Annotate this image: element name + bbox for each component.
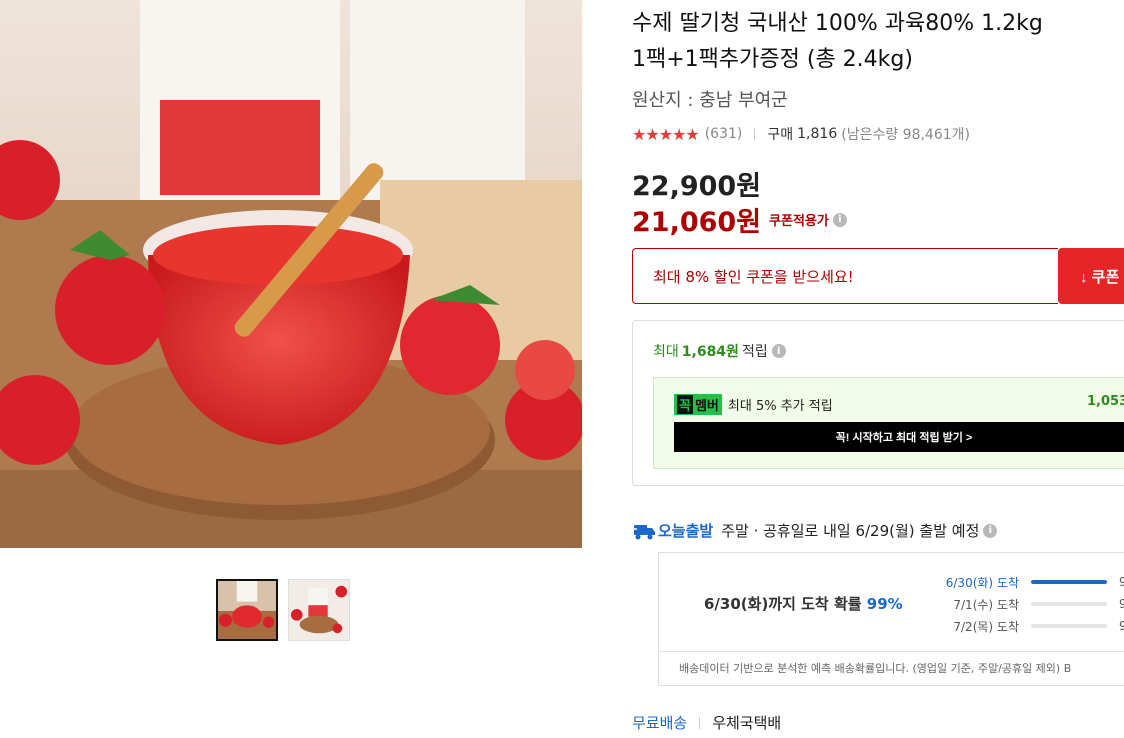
delivery-probability-item: 7/2(목) 도착 9 <box>927 615 1124 637</box>
delivery-probability-value: 9 <box>1119 597 1124 611</box>
member-badge-mark: 꼭 <box>677 395 693 414</box>
reward-amount: 1,684원 <box>681 344 739 360</box>
delivery-probability-box: 6/30(화)까지 도착 확률 99% 6/30(화) 도착 9 7/1(수) 도착… <box>658 552 1124 686</box>
delivery-probability-main: 6/30(화)까지 도착 확률 99% <box>704 593 903 614</box>
divider <box>699 716 701 729</box>
member-benefit-amount: 1,053 <box>1087 394 1124 409</box>
info-icon[interactable]: i <box>832 212 847 227</box>
courier-name: 우체국택배 <box>712 714 782 732</box>
shipping-row: 오늘출발 주말 · 공휴일로 내일 6/29(월) 출발 예정 i <box>632 520 998 541</box>
delivery-probability-fill <box>1031 580 1107 584</box>
member-row: 꼭 멤버 최대 5% 추가 적립 <box>674 394 833 415</box>
member-badge-label: 멤버 <box>694 399 719 414</box>
shipping-detail: 주말 · 공휴일로 내일 6/29(월) 출발 예정 <box>721 522 980 540</box>
divider <box>754 128 756 140</box>
reward-title: 최대 1,684원 적립 i <box>653 341 786 361</box>
purchase-count: 1,816 <box>797 126 838 142</box>
delivery-probability-bar <box>1031 624 1107 628</box>
member-benefit-box: 꼭 멤버 최대 5% 추가 적립 1,053 꼭! 시작하고 최대 적립 받기 … <box>653 377 1124 469</box>
rating-row: ★★★★★ (631) 구매 1,816 (남은수량 98,461개) <box>632 124 970 144</box>
free-shipping-row: 무료배송 우체국택배 <box>632 712 781 733</box>
sale-price-row: 21,060원 쿠폰적용가 i <box>632 200 847 239</box>
original-price: 22,900원 <box>632 171 762 202</box>
info-icon[interactable]: i <box>771 344 786 358</box>
remaining-stock: (남은수량 98,461개) <box>841 127 970 143</box>
info-icon[interactable]: i <box>983 523 998 538</box>
delivery-date: 7/1(수) 도착 <box>953 597 1019 612</box>
product-title-line1: 수제 딸기청 국내산 100% 과육80% 1.2kg <box>632 11 1043 36</box>
today-shipping-label: 오늘출발 <box>658 522 714 540</box>
reward-label-post: 적립 <box>741 344 768 360</box>
delivery-probability-value: 9 <box>1119 619 1124 633</box>
delivery-probability-note: 배송데이터 기반으로 분석한 예측 배송확률입니다. (영업일 기준, 주말/공… <box>659 651 1124 676</box>
star-rating-icon: ★★★★★ <box>632 124 700 144</box>
coupon-price-tag: 쿠폰적용가 <box>769 214 829 229</box>
delivery-probability-bar <box>1031 602 1107 606</box>
review-count-link[interactable]: (631) <box>705 126 743 142</box>
delivery-date: 7/2(목) 도착 <box>953 619 1019 634</box>
delivery-probability-text: 6/30(화)까지 도착 확률 <box>704 595 862 613</box>
purchase-label: 구매 <box>767 127 794 143</box>
product-main-image <box>0 0 582 548</box>
coupon-message-box: 최대 8% 할인 쿠폰을 받으세요! <box>632 248 1058 304</box>
thumbnail-1[interactable] <box>216 579 278 641</box>
member-start-button[interactable]: 꼭! 시작하고 최대 적립 받기 > <box>674 422 1124 452</box>
delivery-probability-item: 6/30(화) 도착 9 <box>927 571 1124 593</box>
delivery-probability-bar <box>1031 580 1107 584</box>
truck-icon <box>632 524 655 539</box>
sale-price: 21,060원 <box>632 207 762 238</box>
reward-label-pre: 최대 <box>653 344 679 360</box>
delivery-probability-value: 9 <box>1119 575 1124 589</box>
product-title-line2: 1팩+1팩추가증정 (총 2.4kg) <box>632 47 913 72</box>
delivery-date: 6/30(화) 도착 <box>945 575 1019 590</box>
thumbnail-2[interactable] <box>288 579 350 641</box>
thumbnail-list <box>216 579 350 641</box>
free-shipping-label: 무료배송 <box>632 714 688 732</box>
delivery-probability-item: 7/1(수) 도착 9 <box>927 593 1124 615</box>
download-coupon-button[interactable]: ↓ 쿠폰 <box>1058 248 1124 304</box>
delivery-probability-pct: 99% <box>866 595 903 613</box>
origin-text: 원산지 : 충남 부여군 <box>632 90 788 111</box>
member-badge: 꼭 멤버 <box>674 394 722 415</box>
product-title: 수제 딸기청 국내산 100% 과육80% 1.2kg 1팩+1팩추가증정 (총… <box>632 6 1124 78</box>
product-info-panel: 수제 딸기청 국내산 100% 과육80% 1.2kg 1팩+1팩추가증정 (총… <box>632 0 1124 738</box>
delivery-probability-list: 6/30(화) 도착 9 7/1(수) 도착 9 7/2(목) 도착 9 <box>927 571 1124 637</box>
member-benefit-text: 최대 5% 추가 적립 <box>727 399 833 414</box>
reward-box: 최대 1,684원 적립 i 꼭 멤버 최대 5% 추가 적립 1,053 꼭!… <box>632 320 1124 486</box>
